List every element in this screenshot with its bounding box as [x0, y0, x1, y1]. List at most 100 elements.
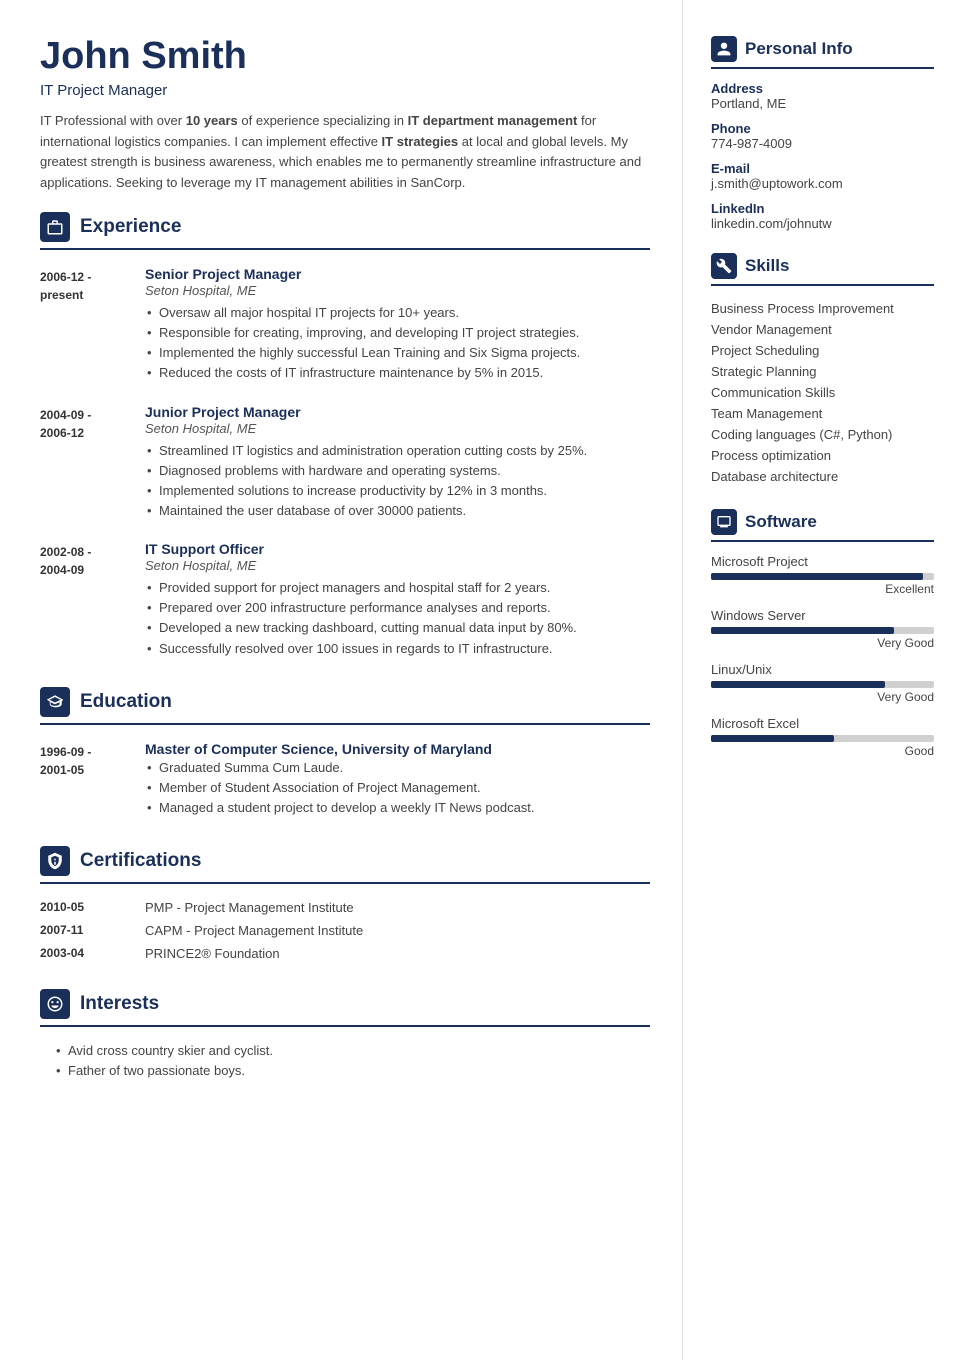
address-value: Portland, ME	[711, 96, 934, 111]
entry-date-1: 2006-12 -present	[40, 266, 145, 384]
cert-title-2: CAPM - Project Management Institute	[145, 923, 363, 938]
bullet-1-2: Responsible for creating, improving, and…	[145, 323, 650, 343]
software-item-1: Microsoft Project Excellent	[711, 554, 934, 596]
bullet-3-2: Prepared over 200 infrastructure perform…	[145, 598, 650, 618]
experience-icon	[40, 212, 70, 242]
skills-divider	[711, 284, 934, 286]
software-bar-fill-4	[711, 735, 834, 742]
software-divider	[711, 540, 934, 542]
bullet-1-3: Implemented the highly successful Lean T…	[145, 343, 650, 363]
personal-info-section: Personal Info Address Portland, ME Phone…	[711, 36, 934, 231]
certifications-icon	[40, 846, 70, 876]
cert-date-1: 2010-05	[40, 900, 145, 915]
entry-content-3: IT Support Officer Seton Hospital, ME Pr…	[145, 541, 650, 659]
interests-content: Avid cross country skier and cyclist. Fa…	[40, 1043, 650, 1078]
resume-header: John Smith IT Project Manager IT Profess…	[40, 36, 650, 194]
bullet-list-3: Provided support for project managers an…	[145, 578, 650, 659]
software-bar-fill-2	[711, 627, 894, 634]
skill-4: Strategic Planning	[711, 361, 934, 382]
personal-info-icon	[711, 36, 737, 62]
skills-header: Skills	[711, 253, 934, 279]
entry-date-3: 2002-08 -2004-09	[40, 541, 145, 659]
phone-value: 774-987-4009	[711, 136, 934, 151]
linkedin-value: linkedin.com/johnutw	[711, 216, 934, 231]
software-name-2: Windows Server	[711, 608, 934, 623]
certifications-divider	[40, 882, 650, 884]
interest-1: Avid cross country skier and cyclist.	[54, 1043, 650, 1058]
edu-bullet-1-2: Member of Student Association of Project…	[145, 778, 650, 798]
bullet-2-1: Streamlined IT logistics and administrat…	[145, 441, 650, 461]
software-bar-fill-1	[711, 573, 923, 580]
software-item-2: Windows Server Very Good	[711, 608, 934, 650]
company-2: Seton Hospital, ME	[145, 421, 650, 436]
cert-title-3: PRINCE2® Foundation	[145, 946, 280, 961]
entry-content-1: Senior Project Manager Seton Hospital, M…	[145, 266, 650, 384]
email-label: E-mail	[711, 161, 934, 176]
skill-2: Vendor Management	[711, 319, 934, 340]
education-section: Education 1996-09 -2001-05 Master of Com…	[40, 687, 650, 818]
software-bar-track-4	[711, 735, 934, 742]
right-column: Personal Info Address Portland, ME Phone…	[682, 0, 962, 1360]
entry-content-2: Junior Project Manager Seton Hospital, M…	[145, 404, 650, 522]
bullet-2-2: Diagnosed problems with hardware and ope…	[145, 461, 650, 481]
resume-wrapper: John Smith IT Project Manager IT Profess…	[0, 0, 962, 1360]
cert-date-2: 2007-11	[40, 923, 145, 938]
experience-entry-2: 2004-09 -2006-12 Junior Project Manager …	[40, 404, 650, 522]
edu-bullet-1-3: Managed a student project to develop a w…	[145, 798, 650, 818]
edu-date-1: 1996-09 -2001-05	[40, 741, 145, 818]
interests-title: Interests	[80, 993, 159, 1015]
bullet-list-1: Oversaw all major hospital IT projects f…	[145, 303, 650, 384]
summary-text: IT Professional with over 10 years of ex…	[40, 111, 650, 194]
interest-2: Father of two passionate boys.	[54, 1063, 650, 1078]
email-field: E-mail j.smith@uptowork.com	[711, 161, 934, 191]
address-field: Address Portland, ME	[711, 81, 934, 111]
skill-6: Team Management	[711, 403, 934, 424]
education-title: Education	[80, 691, 172, 713]
experience-divider	[40, 248, 650, 250]
skill-5: Communication Skills	[711, 382, 934, 403]
address-label: Address	[711, 81, 934, 96]
skill-3: Project Scheduling	[711, 340, 934, 361]
education-header: Education	[40, 687, 650, 717]
entry-date-2: 2004-09 -2006-12	[40, 404, 145, 522]
software-icon	[711, 509, 737, 535]
skills-section: Skills Business Process Improvement Vend…	[711, 253, 934, 487]
software-bar-track-3	[711, 681, 934, 688]
bullet-1-1: Oversaw all major hospital IT projects f…	[145, 303, 650, 323]
job-title-3: IT Support Officer	[145, 541, 650, 557]
experience-entry-1: 2006-12 -present Senior Project Manager …	[40, 266, 650, 384]
software-bar-track-2	[711, 627, 934, 634]
skill-8: Process optimization	[711, 445, 934, 466]
software-item-3: Linux/Unix Very Good	[711, 662, 934, 704]
cert-title-1: PMP - Project Management Institute	[145, 900, 354, 915]
skill-7: Coding languages (C#, Python)	[711, 424, 934, 445]
interests-icon	[40, 989, 70, 1019]
experience-section: Experience 2006-12 -present Senior Proje…	[40, 212, 650, 659]
education-divider	[40, 723, 650, 725]
linkedin-field: LinkedIn linkedin.com/johnutw	[711, 201, 934, 231]
experience-title: Experience	[80, 216, 181, 238]
experience-header: Experience	[40, 212, 650, 242]
phone-label: Phone	[711, 121, 934, 136]
left-column: John Smith IT Project Manager IT Profess…	[0, 0, 682, 1360]
certifications-section: Certifications 2010-05 PMP - Project Man…	[40, 846, 650, 961]
interests-header: Interests	[40, 989, 650, 1019]
software-item-4: Microsoft Excel Good	[711, 716, 934, 758]
software-bar-fill-3	[711, 681, 885, 688]
software-bar-track-1	[711, 573, 934, 580]
job-title-1: Senior Project Manager	[145, 266, 650, 282]
company-1: Seton Hospital, ME	[145, 283, 650, 298]
cert-date-3: 2003-04	[40, 946, 145, 961]
software-name-3: Linux/Unix	[711, 662, 934, 677]
software-name-1: Microsoft Project	[711, 554, 934, 569]
software-header: Software	[711, 509, 934, 535]
interests-divider	[40, 1025, 650, 1027]
education-entry-1: 1996-09 -2001-05 Master of Computer Scie…	[40, 741, 650, 818]
linkedin-label: LinkedIn	[711, 201, 934, 216]
software-level-2: Very Good	[711, 636, 934, 650]
email-value: j.smith@uptowork.com	[711, 176, 934, 191]
candidate-title: IT Project Manager	[40, 82, 650, 99]
experience-entry-3: 2002-08 -2004-09 IT Support Officer Seto…	[40, 541, 650, 659]
edu-title-1: Master of Computer Science, University o…	[145, 741, 650, 757]
skill-9: Database architecture	[711, 466, 934, 487]
